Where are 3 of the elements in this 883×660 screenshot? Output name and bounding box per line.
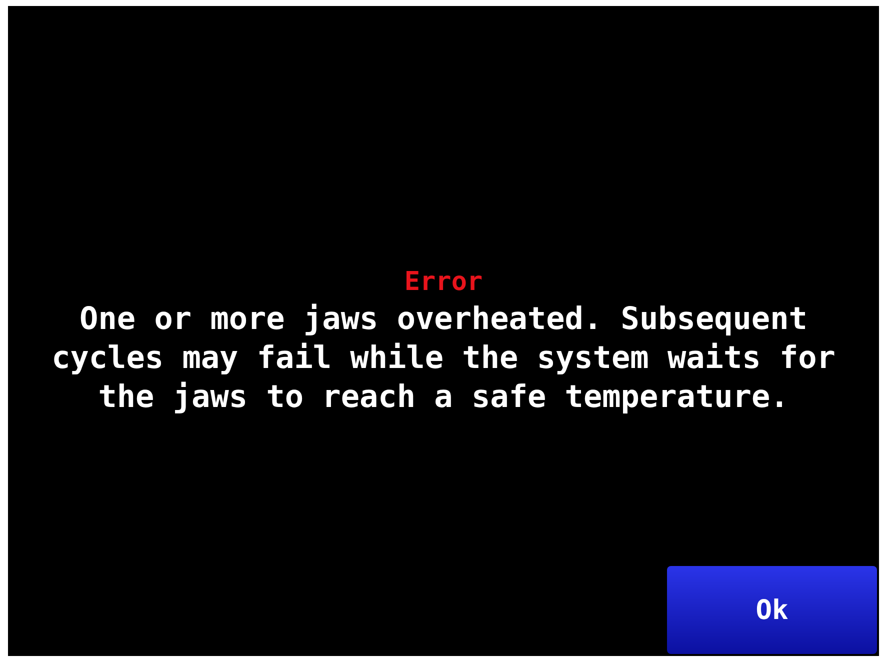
error-message: One or more jaws overheated. Subsequent cycles may fail while the system waits for the jaws to reach a safe temperature. <box>50 300 836 417</box>
error-title: Error <box>404 266 483 299</box>
ok-button[interactable]: Ok <box>667 566 877 654</box>
